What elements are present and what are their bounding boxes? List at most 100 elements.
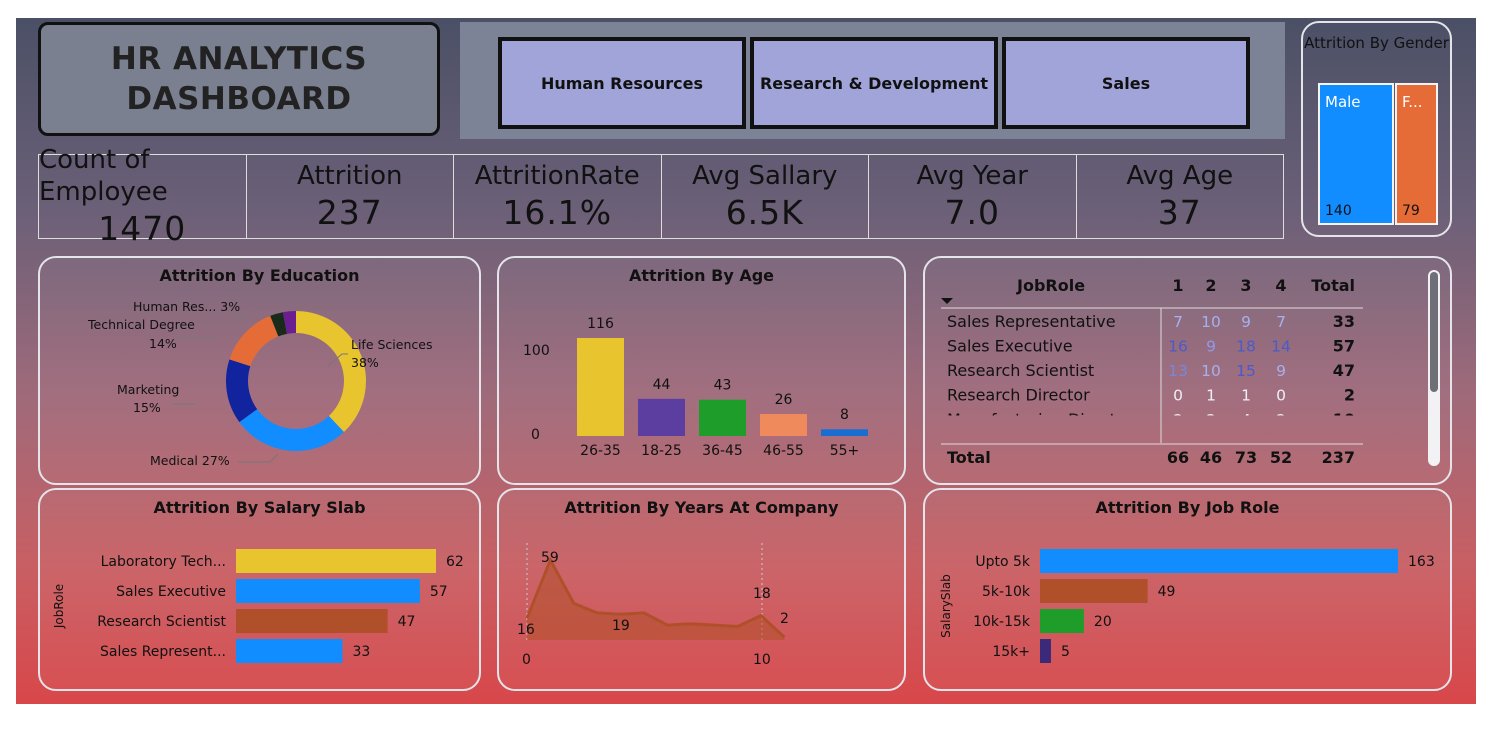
- matrix-cell: 15: [1236, 362, 1256, 380]
- slicer-research-development[interactable]: Research & Development: [750, 37, 998, 129]
- kpi-value: 16.1%: [502, 192, 613, 232]
- matrix-row-total: 10: [1333, 410, 1355, 429]
- edu-label-life-pct: 38%: [351, 355, 379, 370]
- matrix-row-label: Research Director: [947, 386, 1090, 405]
- title-line-2: DASHBOARD: [126, 81, 352, 117]
- gender-card-title: Attrition By Gender: [1304, 34, 1449, 52]
- job-role-category-label: Upto 5k: [975, 554, 1031, 570]
- matrix-scrollbar-thumb[interactable]: [1430, 272, 1438, 392]
- jobrole-matrix-card: JobRole 1 2 3 4 Total Sales Representati…: [923, 256, 1452, 485]
- age-bar-46-55[interactable]: [760, 414, 807, 436]
- age-ytick-100: 100: [523, 343, 550, 359]
- job-role-bar[interactable]: [1040, 579, 1148, 603]
- job-role-value-label: 20: [1094, 614, 1112, 630]
- years-area-chart: 16 59 19 18 2 0 10: [517, 543, 789, 668]
- years-xtick-10: 10: [753, 652, 771, 668]
- kpi-label: Count of Employee: [39, 144, 168, 207]
- matrix-row-label: Manufacturing Director: [947, 410, 1133, 429]
- gender-male-value: 140: [1325, 203, 1352, 219]
- kpi-avg-salary: Avg Sallary 6.5K: [662, 155, 869, 238]
- matrix-total-1: 66: [1167, 448, 1189, 467]
- matrix-cell: 2: [1276, 411, 1286, 429]
- matrix-cell: 18: [1236, 338, 1256, 356]
- salary-slab-bar[interactable]: [236, 549, 436, 573]
- matrix-row-total: 2: [1344, 386, 1355, 405]
- matrix-row-total: 33: [1333, 312, 1355, 331]
- education-donut-chart: Human Res... 3% Technical Degree 14% Mar…: [87, 299, 432, 468]
- edu-label-life-name: Life Sciences: [351, 337, 432, 352]
- salary-slab-value-label: 33: [352, 644, 370, 660]
- matrix-cell: 10: [1201, 362, 1221, 380]
- kpi-value: 7.0: [944, 192, 1000, 232]
- matrix-cell: 7: [1276, 313, 1286, 331]
- slicer-sales[interactable]: Sales: [1002, 37, 1250, 129]
- matrix-cell: 16: [1168, 338, 1188, 356]
- education-slice-technical-degree[interactable]: [229, 315, 279, 367]
- kpi-value: 6.5K: [725, 192, 804, 232]
- years-xtick-0: 0: [522, 652, 531, 668]
- sort-desc-icon[interactable]: [941, 298, 953, 304]
- jobrole-matrix-table: JobRole 1 2 3 4 Total Sales Representati…: [941, 276, 1363, 467]
- kpi-label: Avg Age: [1126, 160, 1234, 191]
- age-ytick-0: 0: [531, 427, 540, 443]
- gender-bar-female[interactable]: F... 79: [1395, 83, 1438, 225]
- job-role-bar[interactable]: [1040, 639, 1051, 663]
- kpi-value: 237: [316, 192, 383, 232]
- salary-slab-value-label: 57: [430, 584, 448, 600]
- attrition-by-salary-slab-card: Attrition By Salary Slab JobRole Laborat…: [38, 488, 481, 691]
- age-category-label: 36-45: [702, 443, 743, 459]
- age-category-label: 55+: [830, 443, 860, 459]
- salary-slab-axis-label: JobRole: [52, 584, 66, 629]
- salary-slab-category-label: Sales Executive: [116, 584, 226, 600]
- job-role-bar[interactable]: [1040, 609, 1084, 633]
- age-bar-55+[interactable]: [821, 429, 868, 436]
- salary-slab-category-label: Sales Represent...: [100, 644, 226, 660]
- salary-slab-bar[interactable]: [236, 609, 388, 633]
- title-line-1: HR ANALYTICS: [110, 41, 368, 77]
- matrix-row-label: Sales Representative: [947, 312, 1116, 331]
- attrition-by-gender-card: Attrition By Gender Male 140 F... 79: [1301, 21, 1452, 237]
- age-bar-26-35[interactable]: [577, 338, 624, 436]
- age-bar-value-label: 43: [714, 378, 732, 394]
- attrition-by-job-role-card: Attrition By Job Role SalarySlab Upto 5k…: [923, 488, 1452, 691]
- slicer-human-resources[interactable]: Human Resources: [498, 37, 746, 129]
- matrix-cell: 1: [1241, 387, 1251, 405]
- edu-label-marketing-name: Marketing: [117, 382, 179, 397]
- kpi-avg-year: Avg Year 7.0: [869, 155, 1077, 238]
- matrix-total-3: 73: [1235, 448, 1257, 467]
- matrix-cell: 2: [1173, 411, 1183, 429]
- education-slice-medical[interactable]: [239, 409, 344, 451]
- education-slice-life-sciences[interactable]: [296, 311, 366, 433]
- years-label-2: 2: [780, 611, 789, 627]
- gender-bar-male[interactable]: Male 140: [1318, 83, 1394, 225]
- years-label-19: 19: [612, 618, 630, 634]
- matrix-total-4: 52: [1270, 448, 1292, 467]
- age-bar-value-label: 116: [587, 316, 614, 332]
- matrix-cell: 13: [1168, 362, 1188, 380]
- job-role-category-label: 10k-15k: [973, 614, 1031, 630]
- years-label-59: 59: [541, 550, 559, 566]
- job-role-category-label: 5k-10k: [982, 584, 1031, 600]
- attrition-by-education-card: Attrition By Education Human Res... 3% T…: [38, 256, 481, 485]
- kpi-attrition-rate: AttritionRate 16.1%: [454, 155, 662, 238]
- matrix-header-jobrole: JobRole: [1016, 276, 1085, 295]
- age-category-label: 18-25: [641, 443, 682, 459]
- matrix-cell: 0: [1173, 387, 1183, 405]
- matrix-header-3: 3: [1240, 276, 1251, 295]
- salary-slab-value-label: 62: [446, 554, 464, 570]
- age-bar-value-label: 8: [840, 407, 849, 423]
- job-role-value-label: 5: [1061, 644, 1070, 660]
- attrition-by-age-card: Attrition By Age 100 0 116 26-35 44 18-25 43…: [497, 256, 906, 485]
- age-bar-value-label: 44: [653, 377, 671, 393]
- age-bar-36-45[interactable]: [699, 399, 746, 436]
- matrix-cell: 9: [1206, 338, 1216, 356]
- matrix-row-label: Research Scientist: [947, 361, 1094, 380]
- salary-slab-value-label: 47: [398, 614, 416, 630]
- age-category-label: 46-55: [763, 443, 804, 459]
- age-bar-18-25[interactable]: [638, 398, 685, 436]
- job-role-bar[interactable]: [1040, 549, 1398, 573]
- matrix-cell: 10: [1201, 313, 1221, 331]
- gender-female-value: 79: [1402, 203, 1420, 219]
- salary-slab-bar[interactable]: [236, 639, 343, 663]
- salary-slab-bar[interactable]: [236, 579, 420, 603]
